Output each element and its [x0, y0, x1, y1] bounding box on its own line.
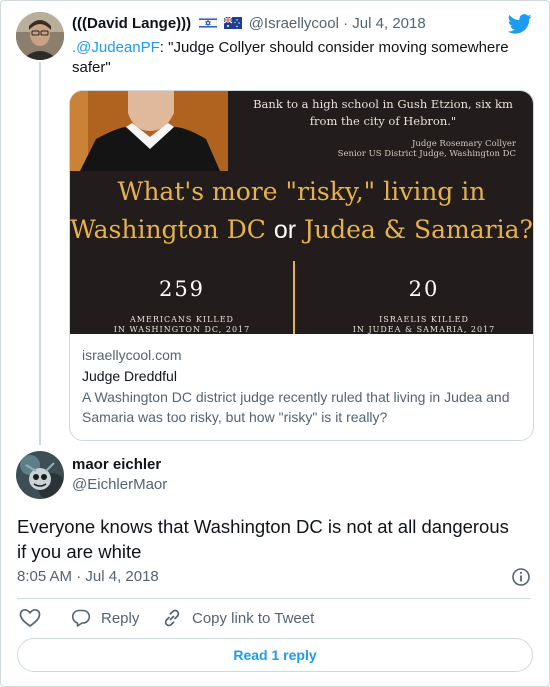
copy-link-label: Copy link to Tweet	[192, 609, 315, 627]
reply-button[interactable]: Reply	[71, 608, 139, 628]
separator-dot: ·	[343, 15, 349, 32]
avatar-maor-eichler[interactable]	[16, 451, 64, 499]
main-tweet-text: Everyone knows that Washington DC is not…	[17, 516, 509, 562]
twitter-bird-icon[interactable]	[507, 14, 532, 34]
main-author-name[interactable]: maor eichler	[72, 456, 161, 473]
card-title: Judge Dreddful	[82, 368, 177, 384]
flag-israel-icon	[199, 16, 218, 30]
headline-line-2: Washington DC or Judea & Samaria?	[70, 215, 533, 245]
stat-right-label: ISRAELIS KILLED IN JUDEA & SAMARIA, 2017	[342, 315, 506, 334]
main-author-handle[interactable]: @EichlerMaor	[72, 476, 167, 493]
stat-right-value: 20	[408, 277, 440, 301]
divider	[17, 598, 531, 599]
tweet-date[interactable]: Jul 4, 2018	[352, 15, 425, 32]
like-button[interactable]	[19, 608, 41, 628]
reply-label: Reply	[101, 609, 140, 627]
link-icon	[164, 609, 180, 627]
judge-photo	[70, 91, 228, 171]
flag-australia-icon	[223, 16, 242, 29]
link-card[interactable]: Bank to a high school in Gush Etzion, si…	[69, 90, 534, 441]
heart-icon	[19, 608, 41, 628]
thread-line	[39, 62, 41, 445]
separator-dot: ·	[76, 568, 82, 585]
reply-mention-link[interactable]: .@JudeanPF	[72, 39, 160, 56]
tweet-time[interactable]: 8:05 AM	[17, 568, 72, 585]
avatar-david-lange[interactable]	[16, 12, 64, 60]
headline-dc: Washington DC	[70, 215, 266, 244]
judge-name: Judge Rosemary Collyer	[411, 139, 516, 149]
author-name[interactable]: (((David Lange)))	[72, 15, 191, 32]
stat-left-label-1: AMERICANS KILLED	[130, 315, 234, 324]
caption-line-1: Bank to a high school in Gush Etzion, si…	[253, 97, 513, 111]
stat-left-value: 259	[158, 277, 206, 301]
image-caption: Bank to a high school in Gush Etzion, si…	[238, 96, 528, 130]
caption-line-2: from the city of Hebron."	[309, 114, 457, 128]
tweet-date[interactable]: Jul 4, 2018	[85, 568, 158, 585]
stat-left-label: AMERICANS KILLED IN WASHINGTON DC, 2017	[100, 315, 264, 334]
stat-left-label-2: IN WASHINGTON DC, 2017	[113, 325, 251, 334]
headline-or: or	[273, 216, 297, 244]
info-icon[interactable]	[511, 567, 531, 587]
card-description: A Washington DC district judge recently …	[82, 389, 510, 425]
quoted-tweet-text: .@JudeanPF: "Judge Collyer should consid…	[72, 38, 522, 78]
headline-line-1: What's more "risky," living in	[117, 177, 486, 206]
stat-right-label-1: ISRAELIS KILLED	[379, 315, 469, 324]
quoted-tweet-header: (((David Lange))) @Israellycool · Jul 4,…	[72, 15, 426, 32]
copy-link-button[interactable]: Copy link to Tweet	[162, 608, 314, 628]
stats-divider	[293, 261, 295, 334]
headline-js: Judea & Samaria?	[304, 215, 533, 244]
card-domain: israellycool.com	[82, 347, 182, 363]
tweet-timestamp[interactable]: 8:05 AM · Jul 4, 2018	[17, 568, 159, 585]
card-image[interactable]: Bank to a high school in Gush Etzion, si…	[70, 91, 533, 334]
read-replies-button[interactable]: Read 1 reply	[17, 638, 533, 672]
judge-credit: Judge Rosemary Collyer Senior US Distric…	[290, 139, 516, 159]
reply-icon	[71, 609, 91, 627]
judge-title: Senior US District Judge, Washington DC	[337, 149, 516, 159]
stat-right-label-2: IN JUDEA & SAMARIA, 2017	[352, 325, 496, 334]
author-handle[interactable]: @Israellycool	[249, 15, 339, 32]
